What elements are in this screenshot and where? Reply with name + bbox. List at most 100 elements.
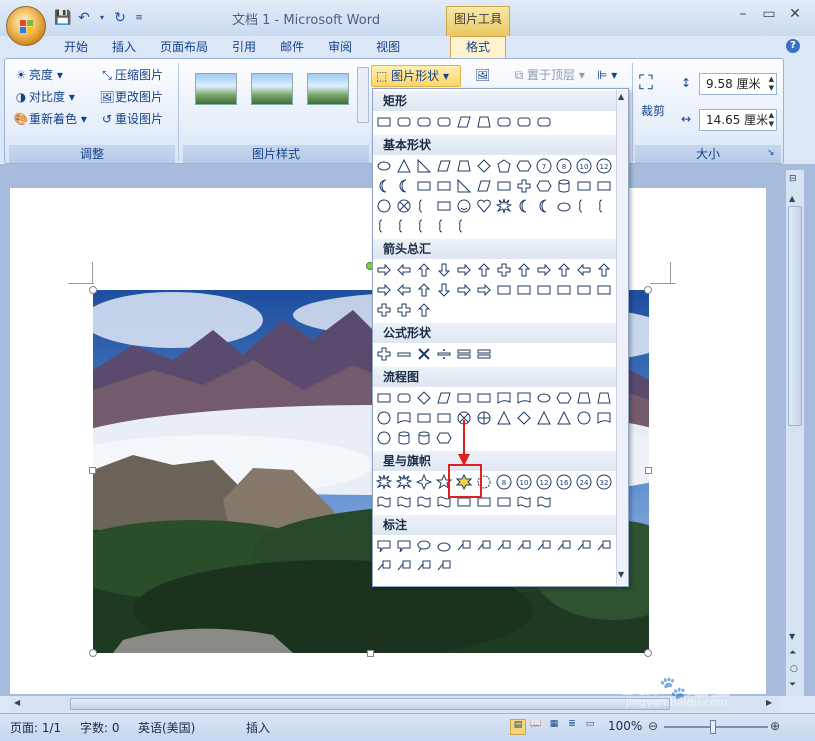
shape-arrowU-icon[interactable] [555,261,573,279]
shape-moon-icon[interactable] [375,177,393,195]
shape-brace-icon[interactable] [395,217,413,235]
shape-rect-icon[interactable] [435,409,453,427]
shape-doc-icon[interactable] [495,389,513,407]
shape-rrect-icon[interactable] [535,113,553,131]
shape-rect-icon[interactable] [435,177,453,195]
shape-rrect-icon[interactable] [395,113,413,131]
picture-style-3[interactable] [301,65,357,113]
shape-callL-icon[interactable] [415,557,433,575]
shape-rect-icon[interactable] [375,113,393,131]
zoom-in-icon[interactable]: ⊕ [770,719,780,733]
tab-format[interactable]: 格式 [450,36,506,58]
shape-brace-icon[interactable] [375,217,393,235]
shape-callL-icon[interactable] [375,557,393,575]
scroll-up-icon[interactable]: ▲ [789,194,795,203]
shape-callL-icon[interactable] [475,537,493,555]
shape-plus-icon[interactable] [495,261,513,279]
shape-para-icon[interactable] [435,157,453,175]
shape-numbered-star-icon[interactable]: 10 [515,473,533,491]
shape-callL-icon[interactable] [555,537,573,555]
shape-hex-icon[interactable] [435,429,453,447]
minimize-icon[interactable]: – [730,4,756,24]
previous-page-icon[interactable]: ⏶ [789,648,796,658]
shape-arrowU-icon[interactable] [415,301,433,319]
picture-shape-gallery[interactable]: 矩形 基本形状 7 8 10 12 箭头总汇 公式形状 流程图 星与旗帜 8 10 12 1… [372,88,629,587]
zoom-slider-thumb[interactable] [710,720,716,734]
shape-callL-icon[interactable] [535,537,553,555]
shape-times-icon[interactable] [415,345,433,363]
undo-icon[interactable]: ↶ [76,10,92,26]
shape-callR-icon[interactable] [395,537,413,555]
scroll-thumb[interactable] [788,206,802,426]
shape-numbered-star-icon[interactable]: 7 [535,157,553,175]
shape-callL-icon[interactable] [515,537,533,555]
shape-rect-icon[interactable] [415,409,433,427]
shape-numbered-star-icon[interactable]: 8 [495,473,513,491]
shape-cloud-icon[interactable] [555,197,573,215]
shape-circX-icon[interactable] [395,197,413,215]
insert-mode[interactable]: 插入 [246,719,270,736]
web-layout-icon[interactable]: ▦ [546,719,562,735]
shape-arrowL-icon[interactable] [395,281,413,299]
shape-banner-icon[interactable] [415,493,433,511]
shape-rect-icon[interactable] [475,389,493,407]
shape-star4-icon[interactable] [415,473,433,491]
redo-icon[interactable]: ↻ [112,10,128,26]
hscroll-thumb[interactable] [70,698,670,710]
maximize-icon[interactable]: ▭ [756,4,782,24]
shape-rect-icon[interactable] [575,281,593,299]
gallery-scrollbar[interactable]: ▲ ▼ [616,90,628,585]
tab-references[interactable]: 引用 [220,36,268,58]
shape-eq-icon[interactable] [475,345,493,363]
shape-doc-icon[interactable] [515,389,533,407]
shape-minus-icon[interactable] [395,345,413,363]
shape-arrowR-icon[interactable] [475,281,493,299]
shape-brace-icon[interactable] [415,197,433,215]
shape-brace-icon[interactable] [455,217,473,235]
shape-callO-icon[interactable] [415,537,433,555]
shape-rect-icon[interactable] [455,389,473,407]
reset-picture-button[interactable]: ↺ 重设图片 [99,109,163,129]
shape-hex-icon[interactable] [515,157,533,175]
office-button[interactable] [6,6,46,46]
shape-banner-icon[interactable] [535,493,553,511]
shape-banner-icon[interactable] [515,493,533,511]
shape-callR-icon[interactable] [375,537,393,555]
shape-para-icon[interactable] [475,177,493,195]
word-count[interactable]: 字数: 0 [80,719,120,736]
outline-icon[interactable]: ≣ [564,719,580,735]
page-count[interactable]: 页面: 1/1 [10,719,61,736]
shape-trap-icon[interactable] [575,389,593,407]
shape-arrowR-icon[interactable] [375,281,393,299]
shape-plus-icon[interactable] [375,301,393,319]
shape-rrect-icon[interactable] [395,389,413,407]
shape-rect-icon[interactable] [495,493,513,511]
shape-brace-icon[interactable] [595,197,613,215]
shape-rrect-icon[interactable] [415,113,433,131]
shape-numbered-star-icon[interactable]: 10 [575,157,593,175]
resize-handle[interactable] [89,649,97,657]
shape-rrect-icon[interactable] [495,113,513,131]
tab-view[interactable]: 视图 [364,36,412,58]
customize-qat-icon[interactable]: ≡ [134,10,144,26]
shape-cyl-icon[interactable] [415,429,433,447]
shape-callL-icon[interactable] [595,537,613,555]
picture-style-1[interactable] [189,65,245,113]
brightness-button[interactable]: ☀ 亮度 ▾ [13,65,63,85]
scroll-down-icon[interactable]: ▼ [789,632,795,641]
shape-rect-icon[interactable] [555,281,573,299]
shape-numbered-star-icon[interactable]: 16 [555,473,573,491]
dialog-launcher-icon[interactable]: ↘ [767,143,775,163]
shape-circ-icon[interactable] [375,429,393,447]
shape-para-icon[interactable] [435,389,453,407]
picture-frame-icon[interactable]: 🖼 [475,65,490,85]
resize-handle[interactable] [644,649,652,657]
shape-circP-icon[interactable] [475,409,493,427]
undo-dropdown-icon[interactable]: ▾ [98,10,106,26]
vertical-scrollbar[interactable]: ⊟ ▲ ▼ ⏶ ○ ⏷ [786,170,804,696]
print-layout-icon[interactable]: ▤ [510,719,526,735]
picture-shape-button[interactable]: ⬚ 图片形状 ▾ [371,65,461,87]
shape-rect-icon[interactable] [495,177,513,195]
shape-trap-icon[interactable] [595,389,613,407]
shape-plus-icon[interactable] [515,177,533,195]
